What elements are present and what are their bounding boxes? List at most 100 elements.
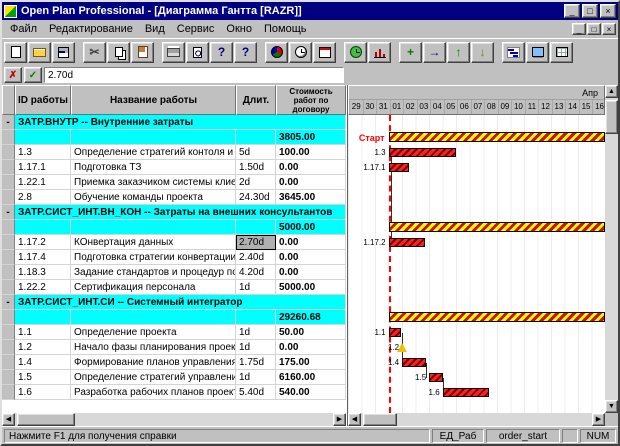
task-id-cell[interactable]: [15, 220, 71, 235]
task-id-cell[interactable]: 1.4: [15, 355, 71, 370]
help-button[interactable]: ?: [210, 42, 233, 63]
menu-item[interactable]: Файл: [4, 21, 43, 37]
menu-item[interactable]: Сервис: [171, 21, 221, 37]
resource-histogram-button[interactable]: [368, 42, 391, 63]
task-bar[interactable]: [389, 328, 401, 337]
task-cost-cell[interactable]: 0.00: [276, 265, 346, 280]
task-cost-cell[interactable]: 0.00: [276, 175, 346, 190]
task-name-cell[interactable]: Определение проекта: [71, 325, 236, 340]
task-id-cell[interactable]: 2.8: [15, 190, 71, 205]
header-duration[interactable]: Длит.: [236, 85, 276, 115]
task-name-cell[interactable]: КОнвертация данных: [71, 235, 236, 250]
task-duration-cell[interactable]: [236, 130, 276, 145]
task-id-cell[interactable]: 1.17.4: [15, 250, 71, 265]
app-icon[interactable]: [4, 5, 17, 18]
link-arrow-right-button[interactable]: →: [423, 42, 446, 63]
menu-item[interactable]: Редактирование: [43, 21, 139, 37]
task-name-cell[interactable]: Разработка рабочих планов проекта: [71, 385, 236, 400]
task-bar[interactable]: [389, 238, 426, 247]
mdi-restore-button[interactable]: □: [587, 23, 601, 35]
open-folder-button[interactable]: [28, 42, 51, 63]
task-duration-cell[interactable]: 1.50d: [236, 160, 276, 175]
gantt-scroll-right-button[interactable]: ▶: [592, 413, 605, 426]
task-cost-cell[interactable]: 540.00: [276, 385, 346, 400]
menu-item[interactable]: Вид: [139, 21, 171, 37]
task-cost-cell[interactable]: 3805.00: [276, 130, 346, 145]
task-id-cell[interactable]: 1.3: [15, 145, 71, 160]
collapse-button[interactable]: -: [2, 115, 15, 130]
task-duration-cell[interactable]: 2d: [236, 175, 276, 190]
task-name-cell[interactable]: [71, 220, 236, 235]
task-name-cell[interactable]: [71, 130, 236, 145]
task-cost-cell[interactable]: 100.00: [276, 145, 346, 160]
accept-edit-button[interactable]: ✓: [24, 67, 42, 83]
mdi-minimize-button[interactable]: _: [572, 23, 586, 35]
summary-bar[interactable]: [389, 312, 605, 322]
task-duration-cell[interactable]: 5.40d: [236, 385, 276, 400]
task-id-cell[interactable]: 1.1: [15, 325, 71, 340]
add-activity-button[interactable]: +: [399, 42, 422, 63]
mdi-close-button[interactable]: ×: [602, 23, 616, 35]
task-bar[interactable]: [443, 388, 489, 397]
gantt-scroll-track[interactable]: [361, 413, 592, 426]
scroll-thumb[interactable]: [17, 413, 75, 426]
cell-edit-input[interactable]: [44, 67, 344, 83]
cut-scissors-button[interactable]: ✂: [83, 42, 106, 63]
summary-bar[interactable]: [389, 132, 605, 142]
task-name-cell[interactable]: Начало фазы планирования проекта: [71, 340, 236, 355]
task-id-cell[interactable]: 1.6: [15, 385, 71, 400]
task-name-cell[interactable]: Сертификация персонала: [71, 280, 236, 295]
task-duration-cell[interactable]: 24.30d: [236, 190, 276, 205]
task-name-cell[interactable]: Обучение команды проекта: [71, 190, 236, 205]
task-duration-cell[interactable]: 1d: [236, 340, 276, 355]
task-name-cell[interactable]: Определение стратегий управления и: [71, 370, 236, 385]
task-duration-cell[interactable]: 1.75d: [236, 355, 276, 370]
task-id-cell[interactable]: [15, 130, 71, 145]
task-name-cell[interactable]: Приемка заказчиком системы клиент: [71, 175, 236, 190]
task-id-cell[interactable]: 1.2: [15, 340, 71, 355]
header-name[interactable]: Название работы: [71, 85, 236, 115]
gantt-scroll-left-button[interactable]: ◀: [348, 413, 361, 426]
menu-item[interactable]: Помощь: [258, 21, 313, 37]
task-cost-cell[interactable]: 175.00: [276, 355, 346, 370]
task-id-cell[interactable]: 1.22.1: [15, 175, 71, 190]
task-id-cell[interactable]: 1.17.1: [15, 160, 71, 175]
summary-bar[interactable]: [389, 222, 605, 232]
calendar-button[interactable]: [313, 42, 336, 63]
scroll-track[interactable]: [15, 413, 333, 426]
task-cost-cell[interactable]: 5000.00: [276, 220, 346, 235]
gantt-v-scrollbar[interactable]: ▲ ▼: [605, 85, 618, 413]
task-cost-cell[interactable]: 0.00: [276, 235, 346, 250]
task-cost-cell[interactable]: 29260.68: [276, 310, 346, 325]
collapse-button[interactable]: -: [2, 295, 15, 310]
task-duration-cell[interactable]: 1d: [236, 325, 276, 340]
task-cost-cell[interactable]: 0.00: [276, 160, 346, 175]
task-duration-cell[interactable]: 2.40d: [236, 250, 276, 265]
table-h-scrollbar[interactable]: ◀ ▶: [2, 413, 346, 426]
task-duration-cell[interactable]: 4.20d: [236, 265, 276, 280]
move-down-arrow-button[interactable]: ↓: [471, 42, 494, 63]
task-duration-cell[interactable]: [236, 220, 276, 235]
task-id-cell[interactable]: [15, 310, 71, 325]
task-bar[interactable]: [389, 163, 409, 172]
task-id-cell[interactable]: 1.5: [15, 370, 71, 385]
task-duration-cell[interactable]: 1d: [236, 370, 276, 385]
view-network-button[interactable]: [526, 42, 549, 63]
task-cost-cell[interactable]: 3645.00: [276, 190, 346, 205]
cancel-edit-button[interactable]: ✗: [4, 67, 22, 83]
v-scroll-track[interactable]: [605, 98, 618, 400]
collapse-button[interactable]: -: [2, 205, 15, 220]
view-spreadsheet-button[interactable]: [550, 42, 573, 63]
paste-clipboard-button[interactable]: [131, 42, 154, 63]
new-document-button[interactable]: [4, 42, 27, 63]
task-id-cell[interactable]: 1.22.2: [15, 280, 71, 295]
task-name-cell[interactable]: Задание стандартов и процедур по д: [71, 265, 236, 280]
task-bar[interactable]: [389, 148, 457, 157]
print-button[interactable]: [162, 42, 185, 63]
task-id-cell[interactable]: 1.18.3: [15, 265, 71, 280]
maximize-button[interactable]: □: [582, 4, 598, 18]
copy-pages-button[interactable]: [107, 42, 130, 63]
save-floppy-button[interactable]: [52, 42, 75, 63]
clock-button[interactable]: [289, 42, 312, 63]
menu-item[interactable]: Окно: [220, 21, 258, 37]
